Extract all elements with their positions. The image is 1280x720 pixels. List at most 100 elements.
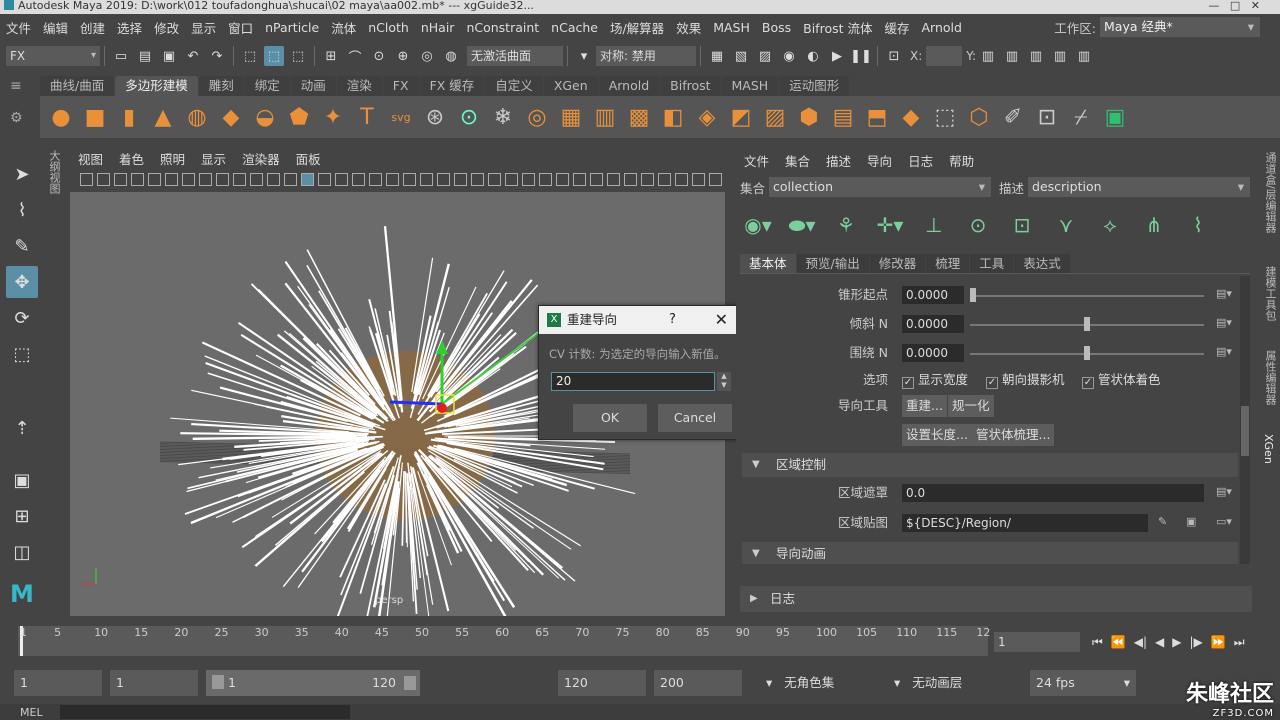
live-surface-field[interactable]: 无激活曲面 bbox=[467, 46, 563, 66]
character-set-dropdown[interactable]: ▾ 无角色集 bbox=[760, 670, 880, 696]
guide-grass-icon[interactable]: ⋎ bbox=[1046, 205, 1086, 245]
viewport-toolbar-icon[interactable] bbox=[692, 172, 705, 186]
fps-dropdown[interactable]: 24 fps ▾ bbox=[1030, 670, 1136, 696]
dialog-help-button[interactable]: ? bbox=[669, 306, 676, 334]
redo-icon[interactable]: ↷ bbox=[207, 46, 227, 66]
sculpt-icon[interactable]: ⊛ bbox=[420, 102, 450, 132]
xgen-tab[interactable]: 基本体 bbox=[740, 254, 796, 273]
mel-label[interactable]: MEL bbox=[20, 706, 43, 719]
smooth-icon[interactable]: ▩ bbox=[624, 102, 654, 132]
shelf-tab[interactable]: XGen bbox=[543, 76, 598, 96]
open-scene-icon[interactable]: ▤ bbox=[135, 46, 155, 66]
cylinder-icon[interactable]: ▮ bbox=[114, 102, 144, 132]
menu-item[interactable]: 缓存 bbox=[878, 18, 915, 37]
cv-count-input[interactable]: 20 bbox=[551, 372, 715, 391]
shelf-tab[interactable]: FX 缓存 bbox=[419, 76, 485, 96]
combine-icon[interactable]: ◎ bbox=[522, 102, 552, 132]
select-tool-icon[interactable]: ➤ bbox=[6, 158, 38, 190]
param-slider-knob[interactable] bbox=[970, 288, 976, 302]
platonic-icon[interactable]: ⬟ bbox=[284, 102, 314, 132]
quad-draw-icon[interactable]: ⬚ bbox=[930, 102, 960, 132]
menu-item[interactable]: nParticle bbox=[259, 20, 325, 35]
animation-end-field[interactable]: 200 bbox=[654, 670, 742, 696]
menu-item[interactable]: 创建 bbox=[74, 18, 111, 37]
preview-eye-icon[interactable]: ◉▾ bbox=[738, 205, 778, 245]
move-tool-icon[interactable]: ✥ bbox=[6, 266, 38, 298]
viewport-toolbar-icon[interactable] bbox=[97, 172, 110, 186]
viewport-toolbar-icon[interactable] bbox=[403, 172, 416, 186]
attribute-editor-tab[interactable]: 属性编辑器 bbox=[1262, 350, 1278, 405]
xgen-tab[interactable]: 表达式 bbox=[1014, 254, 1070, 273]
xgen-menu-item[interactable]: 帮助 bbox=[941, 151, 982, 170]
extrude-icon[interactable]: ⬒ bbox=[862, 102, 892, 132]
paint-map-icon[interactable]: ✎ bbox=[1158, 515, 1172, 529]
viewport-toolbar-icon[interactable] bbox=[641, 172, 654, 186]
snap-view-plane-icon[interactable]: ◎ bbox=[417, 46, 437, 66]
add-guide-icon[interactable]: ⚘ bbox=[826, 205, 866, 245]
shelf-tab[interactable]: 渲染 bbox=[336, 76, 382, 96]
single-view-icon[interactable]: ▣ bbox=[6, 464, 38, 496]
cone-icon[interactable]: ▲ bbox=[148, 102, 178, 132]
shelf-tab[interactable]: MASH bbox=[721, 76, 779, 96]
select-component-icon[interactable]: ⬚ bbox=[288, 46, 308, 66]
scale-tool-icon[interactable]: ⬚ bbox=[6, 338, 38, 370]
xgen-tab[interactable]: 修改器 bbox=[869, 254, 926, 273]
viewport-menu-item[interactable]: 渲染器 bbox=[234, 149, 288, 168]
viewport-toolbar-icon[interactable] bbox=[624, 172, 637, 186]
clear-preview-icon[interactable]: ⬬▾ bbox=[782, 205, 822, 245]
shelf-tab[interactable]: 雕刻 bbox=[198, 76, 244, 96]
viewport-toolbar-icon[interactable] bbox=[522, 172, 535, 186]
panel-toggle-icon-5[interactable]: ▥ bbox=[1074, 46, 1094, 66]
shelf-tab[interactable]: 绑定 bbox=[244, 76, 290, 96]
set-length-button[interactable]: 设置长度... bbox=[902, 424, 972, 446]
menu-item[interactable]: 选择 bbox=[111, 18, 148, 37]
xgen-menu-item[interactable]: 导向 bbox=[859, 151, 900, 170]
viewport-toolbar-icon[interactable] bbox=[420, 172, 433, 186]
param-value-field[interactable]: 0.0000 bbox=[902, 344, 964, 362]
lock-guides-icon[interactable]: ⊡ bbox=[1002, 205, 1042, 245]
xgen-log-section[interactable]: 日志 bbox=[740, 586, 1252, 612]
save-map-icon[interactable]: ▣ bbox=[1186, 515, 1200, 529]
xgen-menu-item[interactable]: 日志 bbox=[900, 151, 941, 170]
connect-icon[interactable]: ⊡ bbox=[1032, 102, 1062, 132]
channel-box-tab[interactable]: 通道盒/层编辑器 bbox=[1262, 152, 1278, 233]
add-guide-tool-icon[interactable]: ⊥ bbox=[914, 205, 954, 245]
menu-item[interactable]: MASH bbox=[707, 20, 756, 35]
menu-item[interactable]: nCloth bbox=[362, 20, 415, 35]
shelf-menu-icon[interactable]: ≡ bbox=[10, 78, 22, 94]
shelf-tab[interactable]: 多边形建模 bbox=[115, 76, 198, 96]
viewport-toolbar-icon[interactable] bbox=[607, 172, 620, 186]
viewport-toolbar-icon[interactable] bbox=[675, 172, 688, 186]
menu-item[interactable]: 文件 bbox=[0, 18, 37, 37]
show-width-checkbox[interactable]: ✓ 显示宽度 bbox=[902, 368, 968, 392]
save-scene-icon[interactable]: ▣ bbox=[159, 46, 179, 66]
cancel-button[interactable]: Cancel bbox=[658, 404, 732, 432]
go-to-end-icon[interactable]: ⏭ bbox=[1234, 635, 1245, 650]
slide-edge-icon[interactable]: ⌿ bbox=[1066, 102, 1096, 132]
target-weld-icon[interactable]: ✐ bbox=[998, 102, 1028, 132]
convert-guides-icon[interactable]: ⋔ bbox=[1134, 205, 1174, 245]
select-object-icon[interactable]: ⬚ bbox=[264, 46, 284, 66]
step-back-icon[interactable]: ◀| bbox=[1134, 635, 1147, 649]
viewport-toolbar-icon[interactable] bbox=[250, 172, 263, 186]
viewport-toolbar-icon[interactable] bbox=[369, 172, 382, 186]
region-mask-field[interactable]: 0.0 bbox=[902, 484, 1204, 502]
sphere-icon[interactable]: ● bbox=[46, 102, 76, 132]
window-controls[interactable]: — □ ✕ bbox=[1208, 0, 1260, 12]
viewport-toolbar-icon[interactable] bbox=[386, 172, 399, 186]
range-bar[interactable]: 1 120 bbox=[206, 670, 420, 696]
panel-toggle-icon-4[interactable]: ▥ bbox=[1050, 46, 1070, 66]
shelf-tab[interactable]: 动画 bbox=[290, 76, 336, 96]
extract-icon[interactable]: ▥ bbox=[590, 102, 620, 132]
xgen-tab[interactable]: XGen bbox=[1262, 434, 1275, 464]
viewport-toolbar-icon[interactable] bbox=[335, 172, 348, 186]
viewport-toolbar-icon[interactable] bbox=[267, 172, 280, 186]
menu-item[interactable]: 修改 bbox=[148, 18, 185, 37]
symmetry-field[interactable]: 对称: 禁用 bbox=[596, 46, 696, 66]
viewport-toolbar-icon[interactable] bbox=[131, 172, 144, 186]
guide-animation-section[interactable]: 导向动画 bbox=[742, 542, 1238, 564]
collection-dropdown[interactable]: collection bbox=[769, 177, 992, 197]
dialog-close-icon[interactable]: ✕ bbox=[715, 306, 728, 334]
param-value-field[interactable]: 0.0000 bbox=[902, 315, 964, 333]
snowflake-icon[interactable]: ❄ bbox=[488, 102, 518, 132]
